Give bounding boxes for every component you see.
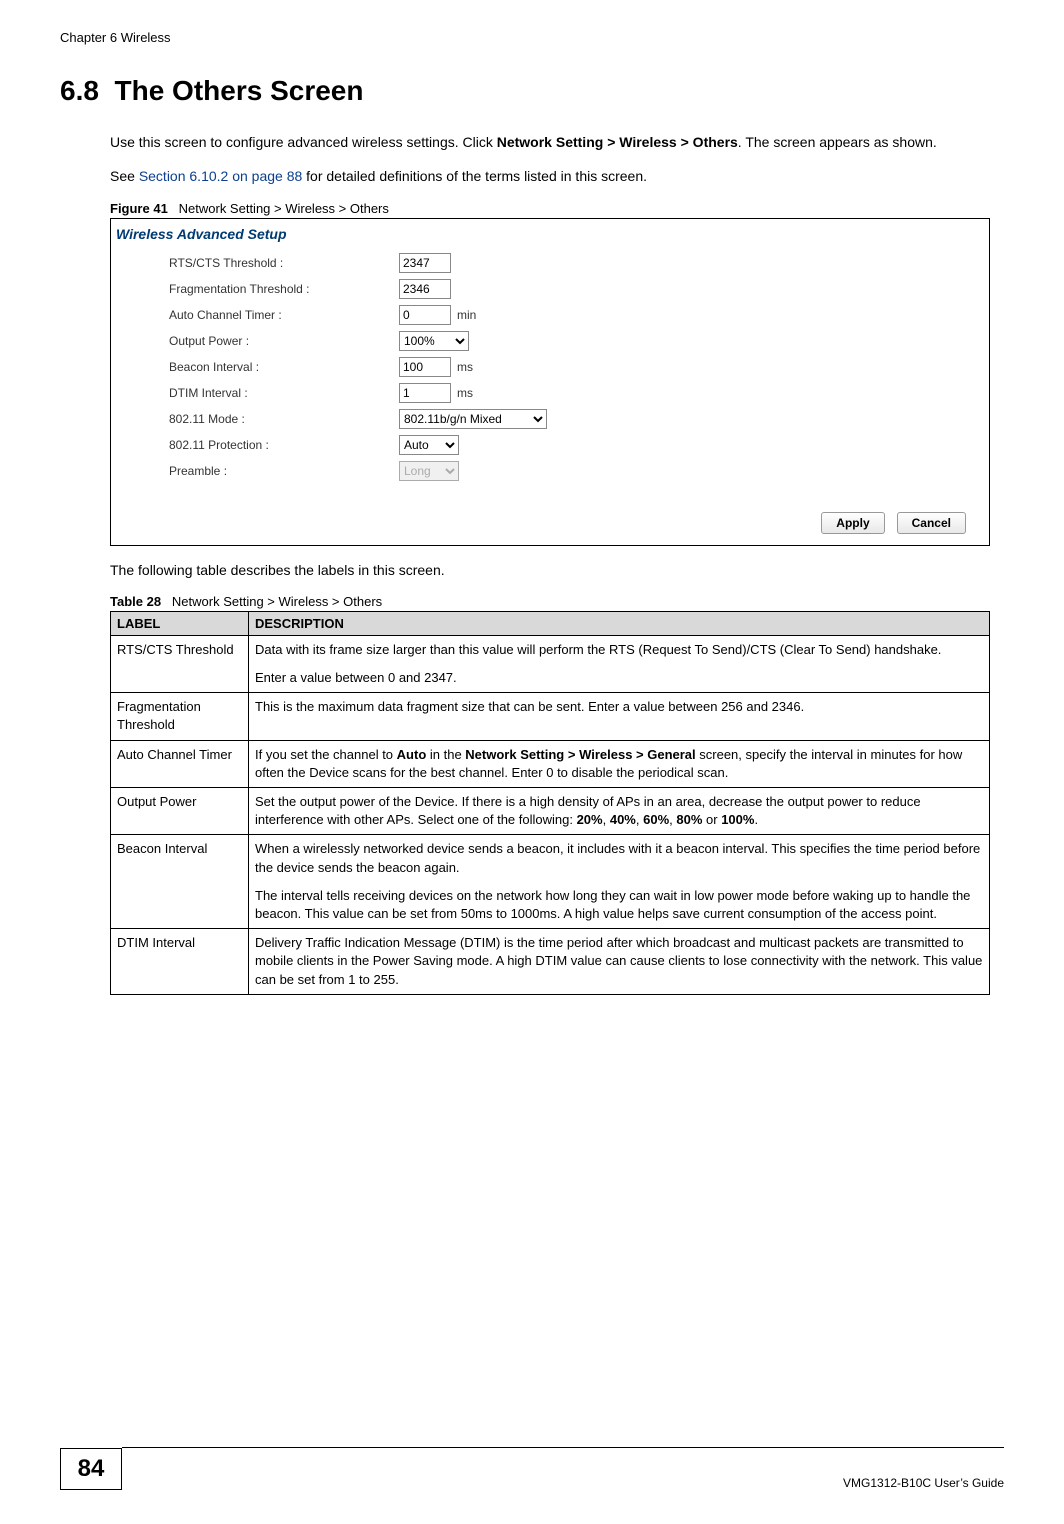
unit-ms-1: ms [451, 360, 473, 374]
th-description: DESCRIPTION [249, 611, 990, 635]
figure-caption: Figure 41 Network Setting > Wireless > O… [110, 201, 1004, 216]
table-header-row: LABEL DESCRIPTION [111, 611, 990, 635]
apply-button[interactable]: Apply [821, 512, 884, 534]
input-dtim[interactable] [399, 383, 451, 403]
seg: If you set the channel to [255, 747, 397, 762]
chapter-header: Chapter 6 Wireless [60, 30, 1004, 45]
see-link[interactable]: Section 6.10.2 on page 88 [139, 168, 302, 184]
cell-desc: If you set the channel to Auto in the Ne… [249, 740, 990, 787]
panel-title: Wireless Advanced Setup [114, 222, 986, 250]
table-row: DTIM Interval Delivery Traffic Indicatio… [111, 929, 990, 995]
see-a: See [110, 168, 139, 184]
intro-path: Network Setting > Wireless > Others [497, 134, 738, 150]
intro-paragraph: Use this screen to configure advanced wi… [110, 132, 1004, 152]
see-paragraph: See Section 6.10.2 on page 88 for detail… [110, 166, 1004, 186]
figure-label: Figure 41 [110, 201, 168, 216]
input-beacon[interactable] [399, 357, 451, 377]
table-row: RTS/CTS Threshold Data with its frame si… [111, 635, 990, 692]
description-table: LABEL DESCRIPTION RTS/CTS Threshold Data… [110, 611, 990, 995]
desc-p2: Enter a value between 0 and 2347. [255, 669, 983, 687]
seg: 80% [676, 812, 702, 827]
row-beacon: Beacon Interval : ms [114, 354, 986, 380]
cell-desc: Delivery Traffic Indication Message (DTI… [249, 929, 990, 995]
row-80211-protection: 802.11 Protection : Auto [114, 432, 986, 458]
seg: 20% [577, 812, 603, 827]
cell-label: DTIM Interval [111, 929, 249, 995]
label-rts: RTS/CTS Threshold : [169, 256, 399, 270]
seg: , [603, 812, 610, 827]
guide-name: VMG1312-B10C User’s Guide [843, 1476, 1004, 1490]
section-heading: The Others Screen [115, 75, 364, 106]
th-label: LABEL [111, 611, 249, 635]
row-rts: RTS/CTS Threshold : [114, 250, 986, 276]
intro-c: . The screen appears as shown. [738, 134, 937, 150]
cell-desc: Set the output power of the Device. If t… [249, 788, 990, 835]
label-frag: Fragmentation Threshold : [169, 282, 399, 296]
seg: 100% [721, 812, 754, 827]
label-auto-channel: Auto Channel Timer : [169, 308, 399, 322]
desc-p1: Data with its frame size larger than thi… [255, 641, 983, 659]
select-preamble: Long [399, 461, 459, 481]
table-caption-text: Network Setting > Wireless > Others [172, 594, 382, 609]
section-title: 6.8 The Others Screen [60, 75, 1004, 107]
seg: Auto [397, 747, 427, 762]
cell-label: RTS/CTS Threshold [111, 635, 249, 692]
desc-p1: When a wirelessly networked device sends… [255, 840, 983, 876]
label-dtim: DTIM Interval : [169, 386, 399, 400]
label-output-power: Output Power : [169, 334, 399, 348]
after-figure-text: The following table describes the labels… [110, 560, 1004, 580]
seg: 60% [643, 812, 669, 827]
label-80211-protection: 802.11 Protection : [169, 438, 399, 452]
table-label: Table 28 [110, 594, 161, 609]
table-caption: Table 28 Network Setting > Wireless > Ot… [110, 594, 1004, 609]
row-80211-mode: 802.11 Mode : 802.11b/g/n Mixed [114, 406, 986, 432]
seg: 40% [610, 812, 636, 827]
seg: . [754, 812, 758, 827]
unit-ms-2: ms [451, 386, 473, 400]
unit-min: min [451, 308, 476, 322]
cell-label: Output Power [111, 788, 249, 835]
cancel-button[interactable]: Cancel [897, 512, 966, 534]
row-dtim: DTIM Interval : ms [114, 380, 986, 406]
seg: in the [426, 747, 465, 762]
select-80211-mode[interactable]: 802.11b/g/n Mixed [399, 409, 547, 429]
intro-a: Use this screen to configure advanced wi… [110, 134, 497, 150]
cell-label: Auto Channel Timer [111, 740, 249, 787]
select-output-power[interactable]: 100% [399, 331, 469, 351]
desc-p2: The interval tells receiving devices on … [255, 887, 983, 923]
footer: 84 VMG1312-B10C User’s Guide [60, 1448, 1004, 1490]
section-number: 6.8 [60, 75, 99, 106]
table-row: Beacon Interval When a wirelessly networ… [111, 835, 990, 929]
table-row: Fragmentation Threshold This is the maxi… [111, 693, 990, 740]
button-row: Apply Cancel [114, 484, 986, 542]
cell-desc: This is the maximum data fragment size t… [249, 693, 990, 740]
label-preamble: Preamble : [169, 464, 399, 478]
input-rts[interactable] [399, 253, 451, 273]
see-b: for detailed definitions of the terms li… [302, 168, 647, 184]
input-frag[interactable] [399, 279, 451, 299]
cell-label: Beacon Interval [111, 835, 249, 929]
label-80211-mode: 802.11 Mode : [169, 412, 399, 426]
figure-frame: Wireless Advanced Setup RTS/CTS Threshol… [110, 218, 990, 546]
table-row: Auto Channel Timer If you set the channe… [111, 740, 990, 787]
input-auto-channel[interactable] [399, 305, 451, 325]
row-frag: Fragmentation Threshold : [114, 276, 986, 302]
row-preamble: Preamble : Long [114, 458, 986, 484]
cell-label: Fragmentation Threshold [111, 693, 249, 740]
figure-caption-text: Network Setting > Wireless > Others [179, 201, 389, 216]
seg: Network Setting > Wireless > General [465, 747, 695, 762]
row-auto-channel: Auto Channel Timer : min [114, 302, 986, 328]
label-beacon: Beacon Interval : [169, 360, 399, 374]
cell-desc: Data with its frame size larger than thi… [249, 635, 990, 692]
page-number: 84 [60, 1448, 122, 1490]
table-row: Output Power Set the output power of the… [111, 788, 990, 835]
cell-desc: When a wirelessly networked device sends… [249, 835, 990, 929]
seg: or [702, 812, 721, 827]
row-output-power: Output Power : 100% [114, 328, 986, 354]
select-80211-protection[interactable]: Auto [399, 435, 459, 455]
